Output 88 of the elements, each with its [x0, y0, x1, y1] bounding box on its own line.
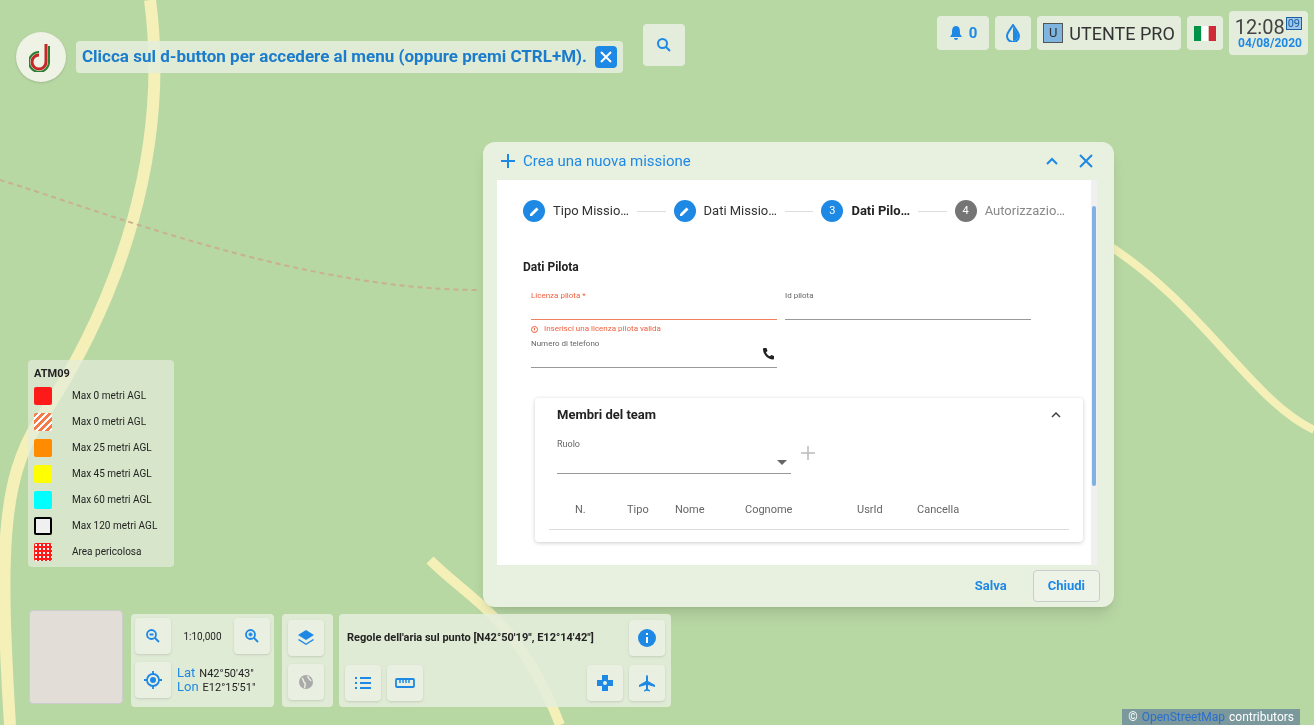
layers-icon	[297, 629, 315, 647]
close-icon	[600, 51, 612, 63]
scrollbar[interactable]	[1091, 180, 1097, 565]
legend-label: Max 60 metri AGL	[72, 493, 152, 507]
legend-label: Max 0 metri AGL	[72, 415, 147, 429]
airplane-button[interactable]	[629, 665, 665, 701]
zoom-in-icon	[244, 628, 261, 644]
scale-text: 1:10,000	[182, 629, 223, 644]
role-dropdown[interactable]: Ruolo	[557, 438, 791, 474]
legend-label: Area pericolosa	[72, 545, 142, 559]
error-icon	[531, 325, 538, 333]
column-header: Tipo	[627, 502, 649, 518]
zoom-out-icon	[144, 628, 161, 644]
search-icon	[656, 37, 672, 53]
step-number: 3	[821, 200, 844, 222]
globe-icon	[298, 674, 314, 690]
stepper-step[interactable]: Dati Missio…	[673, 200, 777, 222]
step-label: Autorizzazio…	[984, 202, 1065, 221]
lat-value: N42°50'43"	[199, 667, 254, 680]
clock-date: 04/08/2020	[1238, 37, 1302, 49]
legend-title: ATM09	[34, 366, 71, 382]
lon-label: Lon	[177, 680, 199, 695]
user-initial-badge: U	[1043, 23, 1064, 43]
lon-value: E12°15'51"	[202, 682, 256, 695]
section-title: Dati Pilota	[523, 259, 580, 276]
locate-button[interactable]	[135, 662, 171, 698]
lat-label: Lat	[177, 665, 196, 680]
airplane-icon	[638, 674, 656, 692]
list-icon	[354, 676, 372, 690]
add-icon[interactable]	[801, 446, 815, 460]
plus-icon	[501, 154, 515, 168]
column-header: UsrId	[857, 502, 883, 518]
search-button[interactable]	[643, 24, 685, 66]
chevron-up-icon	[1046, 157, 1058, 165]
logo-icon	[29, 42, 53, 72]
step-label: Tipo Missio…	[553, 202, 630, 221]
zoom-out-button[interactable]	[135, 618, 171, 654]
drop-icon	[1006, 24, 1021, 42]
language-button[interactable]	[1186, 16, 1223, 50]
legend-label: Max 120 metri AGL	[72, 519, 158, 533]
stepper-step[interactable]: Tipo Missio…	[523, 200, 630, 222]
info-button[interactable]	[629, 620, 665, 656]
column-header: N.	[575, 502, 586, 518]
ruler-icon	[395, 678, 415, 688]
drone-button[interactable]	[587, 665, 623, 701]
step-label: Dati Missio…	[703, 202, 777, 221]
legend-label: Max 25 metri AGL	[72, 441, 152, 455]
dialog-button[interactable]: Chiudi	[1032, 570, 1100, 602]
step-number: 4	[954, 200, 977, 222]
phone-icon	[762, 347, 775, 360]
column-header: Cognome	[745, 502, 793, 518]
ruler-button[interactable]	[387, 665, 423, 701]
dialog-title: Crea una nuova missione	[523, 150, 691, 172]
user-button[interactable]: U UTENTE PRO	[1037, 16, 1181, 50]
input-field[interactable]: Id pilota	[785, 286, 1031, 320]
clock-time: 12:08	[1234, 17, 1285, 37]
legend-label: Max 45 metri AGL	[72, 467, 152, 481]
caret-icon	[777, 460, 787, 465]
close-button[interactable]	[595, 46, 617, 68]
globe-button[interactable]	[288, 664, 324, 700]
column-header: Nome	[675, 502, 705, 518]
info-icon	[638, 629, 656, 647]
role-label: Ruolo	[557, 438, 580, 451]
attribution-text: contributors	[1229, 709, 1294, 725]
list-button[interactable]	[345, 665, 381, 701]
team-title: Membri del team	[557, 406, 657, 425]
legend-label: Max 0 metri AGL	[72, 389, 147, 403]
crosshair-icon	[143, 670, 163, 690]
close-icon	[1079, 154, 1093, 168]
cross-shape-icon	[596, 674, 614, 692]
chevron-up-icon[interactable]	[1051, 412, 1061, 418]
column-header: Cancella	[917, 502, 960, 518]
zoom-in-button[interactable]	[234, 618, 270, 654]
hint-text: Clicca sul d-button per accedere al menu (oppure premi CTRL+M).	[82, 45, 587, 69]
air-rules-text: Regole dell'aria sul punto [N42°50'19", E12°14'42"]	[347, 629, 594, 646]
copyright-symbol: ©	[1128, 709, 1138, 725]
flag-icon	[1193, 25, 1216, 41]
error-message: Inserisci una licenza pilota valida	[544, 323, 661, 335]
theme-button[interactable]	[995, 16, 1032, 50]
input-field[interactable]: Numero di telefono	[531, 334, 777, 368]
clock-seconds: 09	[1285, 17, 1302, 30]
input-field[interactable]: Licenza pilota *	[531, 286, 777, 320]
stepper-step[interactable]: 3 Dati Pilo…	[821, 200, 911, 222]
layers-button[interactable]	[288, 620, 324, 656]
user-name: UTENTE PRO	[1069, 21, 1175, 46]
stepper-step[interactable]: 4 Autorizzazio…	[954, 200, 1065, 222]
step-label: Dati Pilo…	[851, 202, 911, 221]
bell-icon	[948, 25, 963, 41]
